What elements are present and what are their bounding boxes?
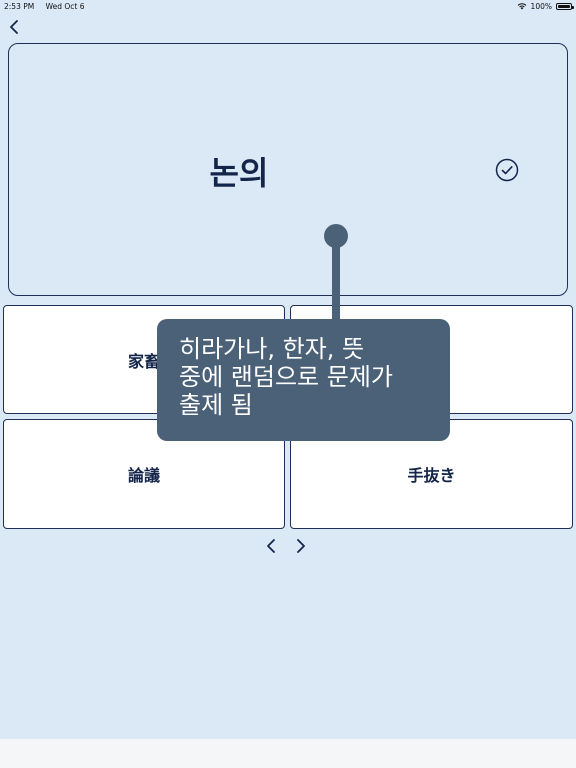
battery-icon (556, 3, 574, 10)
bottom-bar (0, 739, 576, 768)
tooltip-box[interactable]: 히라가나, 한자, 뜻 중에 랜덤으로 문제가 출제 됨 (157, 319, 450, 441)
status-bar: 2:53 PM Wed Oct 6 100% (0, 0, 576, 12)
question-card: 논의 (8, 43, 568, 296)
status-date: Wed Oct 6 (45, 2, 85, 11)
chevron-left-icon (10, 20, 18, 34)
checkmark-circle-icon (495, 158, 519, 182)
battery-percent: 100% (530, 2, 552, 11)
status-time: 2:53 PM (4, 2, 35, 11)
check-button[interactable] (495, 158, 519, 182)
previous-button[interactable] (262, 536, 280, 556)
question-word: 논의 (209, 154, 269, 192)
back-button[interactable] (5, 18, 23, 36)
tooltip-pointer-stem (332, 236, 340, 320)
chevron-left-icon (267, 539, 275, 553)
chevron-right-icon (297, 539, 305, 553)
next-button[interactable] (292, 536, 310, 556)
wifi-icon (517, 3, 526, 10)
